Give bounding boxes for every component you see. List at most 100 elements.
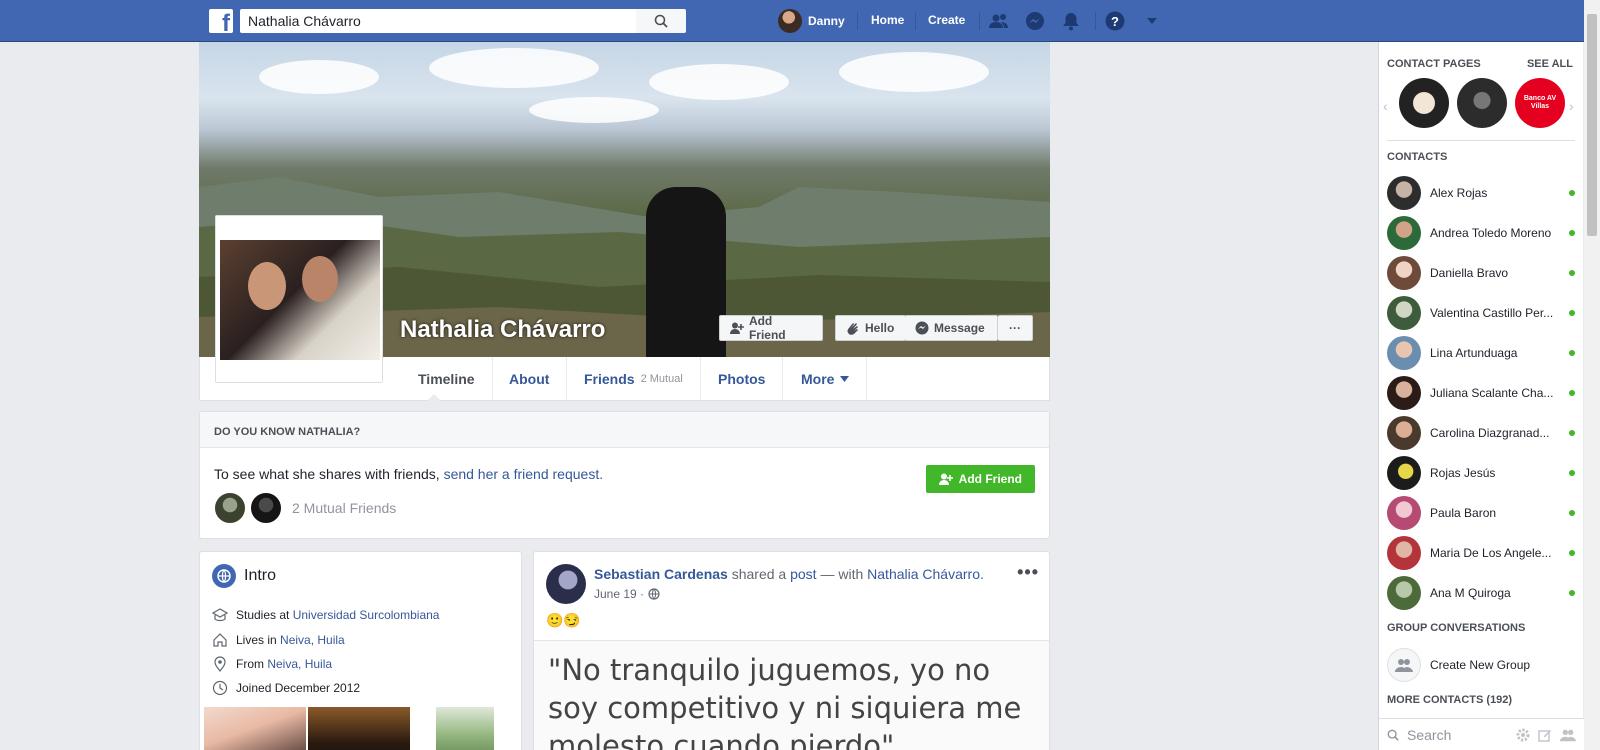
tab-photos[interactable]: Photos (701, 357, 784, 400)
location-pin-icon (214, 656, 226, 672)
contact-item[interactable]: Paula Baron (1387, 496, 1577, 530)
contact-item[interactable]: Daniella Bravo (1387, 256, 1577, 290)
mutual-friends[interactable]: 2 Mutual Friends (214, 492, 396, 524)
group-chat-icon[interactable] (1560, 728, 1576, 742)
avatar (1387, 336, 1421, 370)
facebook-logo-icon[interactable]: f (209, 9, 233, 36)
tab-label: Photos (718, 370, 766, 387)
photo-image (436, 707, 494, 750)
hello-button[interactable]: Hello (835, 315, 906, 341)
search-icon (654, 14, 668, 28)
user-name: Danny (808, 14, 845, 28)
contacts-heading: CONTACTS (1387, 151, 1448, 163)
search-input[interactable]: Nathalia Chávarro (240, 9, 636, 33)
message-button[interactable]: Message (905, 315, 998, 341)
hometown-link[interactable]: Neiva, Huila (267, 657, 332, 671)
profile-name[interactable]: Nathalia Chávarro (400, 316, 605, 344)
photo-thumbnail[interactable] (412, 707, 519, 750)
prompt-text: To see what she shares with friends, (214, 466, 440, 482)
avatar[interactable] (214, 492, 246, 524)
contact-item[interactable]: Rojas Jesús (1387, 456, 1577, 490)
profile-picture[interactable] (215, 215, 383, 383)
online-status-dot (1569, 270, 1575, 276)
more-options-button[interactable]: ··· (998, 315, 1033, 341)
home-icon (213, 633, 227, 647)
post-options-icon[interactable]: ••• (1017, 562, 1039, 583)
current-city-link[interactable]: Neiva, Huila (280, 633, 345, 647)
chevron-right-icon[interactable]: › (1569, 98, 1574, 114)
photo-thumbnail[interactable] (308, 707, 410, 750)
tab-label: More (801, 370, 835, 387)
studies-row: Studies at Universidad Surcolombiana (212, 608, 439, 622)
chevron-left-icon[interactable]: ‹ (1383, 98, 1388, 114)
account-menu-icon[interactable] (1142, 11, 1162, 31)
post-header: Sebastian Cardenas shared a post — with … (594, 566, 984, 582)
search-icon (1387, 729, 1399, 741)
contact-page-avatar[interactable] (1457, 78, 1507, 128)
contact-item[interactable]: Juliana Scalante Cha... (1387, 376, 1577, 410)
contact-item[interactable]: Andrea Toledo Moreno (1387, 216, 1577, 250)
notifications-icon[interactable] (1061, 11, 1081, 31)
cloud (429, 48, 599, 88)
joined-text: Joined December 2012 (236, 681, 361, 695)
home-link[interactable]: Home (871, 13, 904, 27)
chat-search-bar: Search (1379, 718, 1584, 750)
add-friend-icon (730, 322, 744, 334)
friend-request-link[interactable]: send her a friend request. (444, 466, 604, 482)
tab-about[interactable]: About (492, 357, 568, 400)
profile-photo (220, 240, 380, 360)
search-button[interactable] (636, 9, 686, 33)
friend-requests-icon[interactable] (989, 11, 1009, 31)
avatar[interactable] (546, 564, 586, 604)
profile-link[interactable]: Danny (778, 9, 845, 33)
chat-sidebar: CONTACT PAGES SEE ALL ‹ Banco AV Villas … (1378, 42, 1584, 750)
see-all-link[interactable]: SEE ALL (1527, 58, 1573, 70)
add-friend-button[interactable]: Add Friend (719, 314, 823, 342)
post-author-link[interactable]: Sebastian Cardenas (594, 566, 728, 582)
shared-post-link[interactable]: post (790, 566, 816, 582)
new-message-icon[interactable] (1538, 728, 1552, 742)
contact-page-avatar[interactable] (1399, 78, 1449, 128)
tab-timeline[interactable]: Timeline (401, 357, 493, 400)
contact-name: Carolina Diazgranad... (1430, 426, 1550, 440)
online-status-dot (1569, 230, 1575, 236)
help-icon[interactable]: ? (1105, 11, 1125, 31)
gear-icon[interactable] (1516, 728, 1530, 742)
chat-search-input[interactable]: Search (1407, 727, 1508, 743)
online-status-dot (1569, 390, 1575, 396)
tab-friends[interactable]: Friends 2 Mutual (567, 357, 701, 400)
mutual-friends-text[interactable]: 2 Mutual Friends (292, 500, 396, 516)
post-date[interactable]: June 19 · (594, 587, 644, 601)
joined-row: Joined December 2012 (212, 680, 360, 696)
create-group-button[interactable]: Create New Group (1387, 648, 1577, 682)
intro-card: Intro Studies at Universidad Surcolombia… (199, 551, 522, 750)
add-friend-button[interactable]: Add Friend (925, 465, 1035, 493)
contact-item[interactable]: Lina Artunduaga (1387, 336, 1577, 370)
contact-item[interactable]: Carolina Diazgranad... (1387, 416, 1577, 450)
page-scrollbar[interactable] (1584, 0, 1600, 750)
avatar[interactable] (250, 492, 282, 524)
post-with-text: — with (820, 566, 864, 582)
school-link[interactable]: Universidad Surcolombiana (293, 608, 440, 622)
messenger-icon[interactable] (1025, 11, 1045, 31)
contact-name: Ana M Quiroga (1430, 586, 1511, 600)
graduation-cap-icon (212, 608, 228, 622)
photo-thumbnail[interactable] (204, 707, 306, 750)
contact-item[interactable]: Valentina Castillo Per... (1387, 296, 1577, 330)
active-tab-indicator (427, 394, 441, 401)
contact-item[interactable]: Alex Rojas (1387, 176, 1577, 210)
tab-label: About (509, 370, 550, 387)
cloud (649, 64, 789, 100)
contact-item[interactable]: Ana M Quiroga (1387, 576, 1577, 610)
contact-item[interactable]: Maria De Los Angele... (1387, 536, 1577, 570)
scrollbar-thumb[interactable] (1587, 14, 1597, 236)
tab-more[interactable]: More (784, 357, 868, 400)
post-emoji: 🙂😏 (546, 612, 581, 628)
tagged-user-link[interactable]: Nathalia Chávarro. (867, 566, 984, 582)
contact-pages-heading: CONTACT PAGES (1387, 58, 1481, 70)
add-friend-icon (938, 473, 953, 485)
create-link[interactable]: Create (928, 13, 965, 27)
contact-page-avatar[interactable]: Banco AV Villas (1515, 78, 1565, 128)
post-quote-text: "No tranquilo juguemos, yo no soy compet… (534, 640, 1049, 750)
top-navigation-bar: f Nathalia Chávarro Danny Home Create ? (0, 0, 1600, 42)
